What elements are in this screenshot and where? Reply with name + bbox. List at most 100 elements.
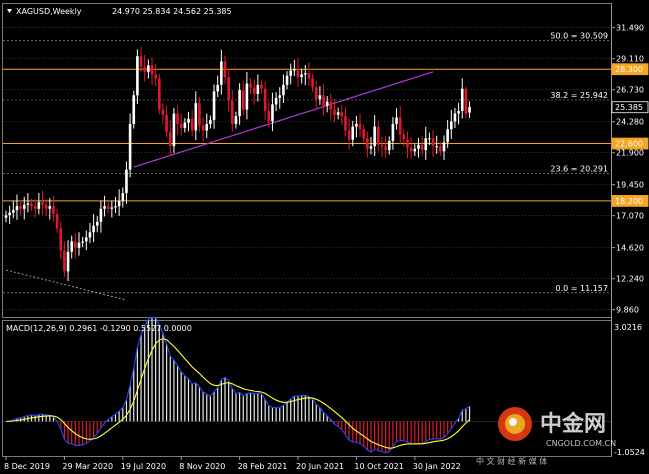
candle-body	[344, 116, 347, 131]
trendline-dashed[interactable]	[5, 269, 127, 301]
fib-label: 0.0 = 11.157	[555, 284, 608, 293]
x-tick-label: 20 Jun 2021	[296, 462, 344, 471]
candle-body	[293, 69, 296, 71]
candle-body	[271, 104, 274, 122]
x-tick-label: 8 Dec 2019	[4, 462, 50, 471]
candle-body	[179, 123, 183, 128]
candle-body	[209, 120, 212, 124]
y-tick-label: 14.620	[616, 244, 644, 253]
candle-body	[114, 206, 117, 208]
candle-body	[300, 74, 303, 78]
candle-body	[26, 203, 30, 205]
candle-body	[285, 75, 289, 85]
trendlines	[5, 71, 434, 301]
candle-body	[289, 70, 292, 76]
x-tick-label: 19 Jul 2020	[121, 462, 166, 471]
x-tick-label: 28 Feb 2021	[238, 462, 288, 471]
price-grid	[3, 27, 611, 310]
candle-body	[99, 208, 103, 222]
candle-body	[311, 78, 314, 88]
candle-body	[325, 101, 329, 106]
candle-body	[168, 131, 172, 147]
y-tick-label: 21.900	[616, 149, 644, 158]
candle-body	[340, 112, 344, 117]
candle-body	[377, 126, 380, 145]
macd-bottom-tick: -1.0524	[614, 448, 645, 457]
candle-body	[165, 114, 168, 132]
candle-body	[4, 215, 8, 218]
candle-body	[205, 123, 209, 131]
candle-body	[19, 206, 22, 209]
candle-body	[395, 117, 398, 124]
candle-body	[63, 250, 66, 272]
candle-body	[366, 138, 369, 149]
candle-body	[176, 113, 179, 124]
candle-body	[223, 61, 227, 78]
candle-body	[136, 56, 139, 96]
candle-body	[161, 109, 165, 115]
candle-body	[154, 74, 157, 79]
candle-body	[92, 225, 95, 233]
candle-body	[391, 123, 395, 141]
candle-body	[263, 88, 267, 111]
x-tick-label: 10 Oct 2021	[354, 462, 403, 471]
fib-label: 38.2 = 25.942	[550, 91, 608, 100]
candle-body	[256, 84, 260, 94]
candle-body	[81, 241, 84, 243]
candle-body	[442, 142, 446, 152]
candle-body	[245, 83, 249, 110]
trading-chart[interactable]: 50.0 = 30.509 38.2 = 25.942 23.6 = 20.291 0…	[0, 0, 649, 474]
candle-body	[110, 207, 114, 209]
candle-body	[428, 138, 431, 140]
candle-body	[314, 87, 318, 100]
x-tick-label: 8 Nov 2020	[179, 462, 225, 471]
price-tag-label: 28.300	[615, 65, 643, 74]
candle-body	[52, 206, 55, 214]
candle-body	[15, 206, 19, 211]
symbol-timeframe: XAGUSD,Weekly	[16, 7, 82, 16]
candle-body	[48, 206, 52, 209]
candle-body	[22, 204, 26, 209]
fibonacci-levels: 50.0 = 30.509 38.2 = 25.942 23.6 = 20.291 0…	[3, 31, 611, 294]
candle-body	[30, 203, 33, 207]
candle-body	[267, 110, 271, 122]
candle-body	[198, 103, 201, 126]
candle-body	[194, 103, 198, 131]
candle-body	[33, 206, 37, 209]
candle-body	[450, 121, 453, 130]
candle-body	[387, 140, 391, 151]
candle-body	[132, 95, 136, 124]
candle-body	[384, 146, 387, 151]
fib-label: 23.6 = 20.291	[550, 165, 608, 174]
candle-body	[95, 221, 99, 226]
x-tick-label: 30 Jan 2022	[413, 462, 461, 471]
price-tag-label: 18.200	[615, 197, 643, 206]
candle-body	[336, 112, 340, 115]
candle-body	[103, 206, 106, 209]
y-tick-label: 31.490	[616, 24, 644, 33]
candle-body	[55, 213, 59, 229]
x-tick-label: 29 Mar 2020	[62, 462, 113, 471]
candle-body	[402, 134, 406, 140]
candle-body	[212, 91, 216, 121]
candle-body	[406, 139, 409, 148]
watermark-url: CNGOLD.COM.CN	[546, 439, 616, 448]
collapse-triangle-icon[interactable]	[7, 9, 12, 13]
candle-body	[446, 129, 449, 143]
y-tick-label: 9.860	[616, 306, 639, 315]
candle-body	[260, 84, 263, 89]
candle-body	[355, 123, 358, 127]
price-tag-label: 25.385	[615, 103, 643, 112]
candle-body	[234, 116, 238, 124]
candle-body	[380, 144, 384, 147]
candle-body	[183, 122, 187, 128]
candle-body	[139, 56, 143, 67]
horizontal-levels	[3, 68, 611, 202]
candle-body	[318, 95, 322, 100]
candle-body	[143, 66, 146, 72]
candle-body	[12, 210, 15, 213]
candle-body	[44, 204, 48, 209]
candle-body	[238, 90, 241, 117]
candle-body	[413, 148, 417, 152]
candle-body	[329, 101, 333, 110]
